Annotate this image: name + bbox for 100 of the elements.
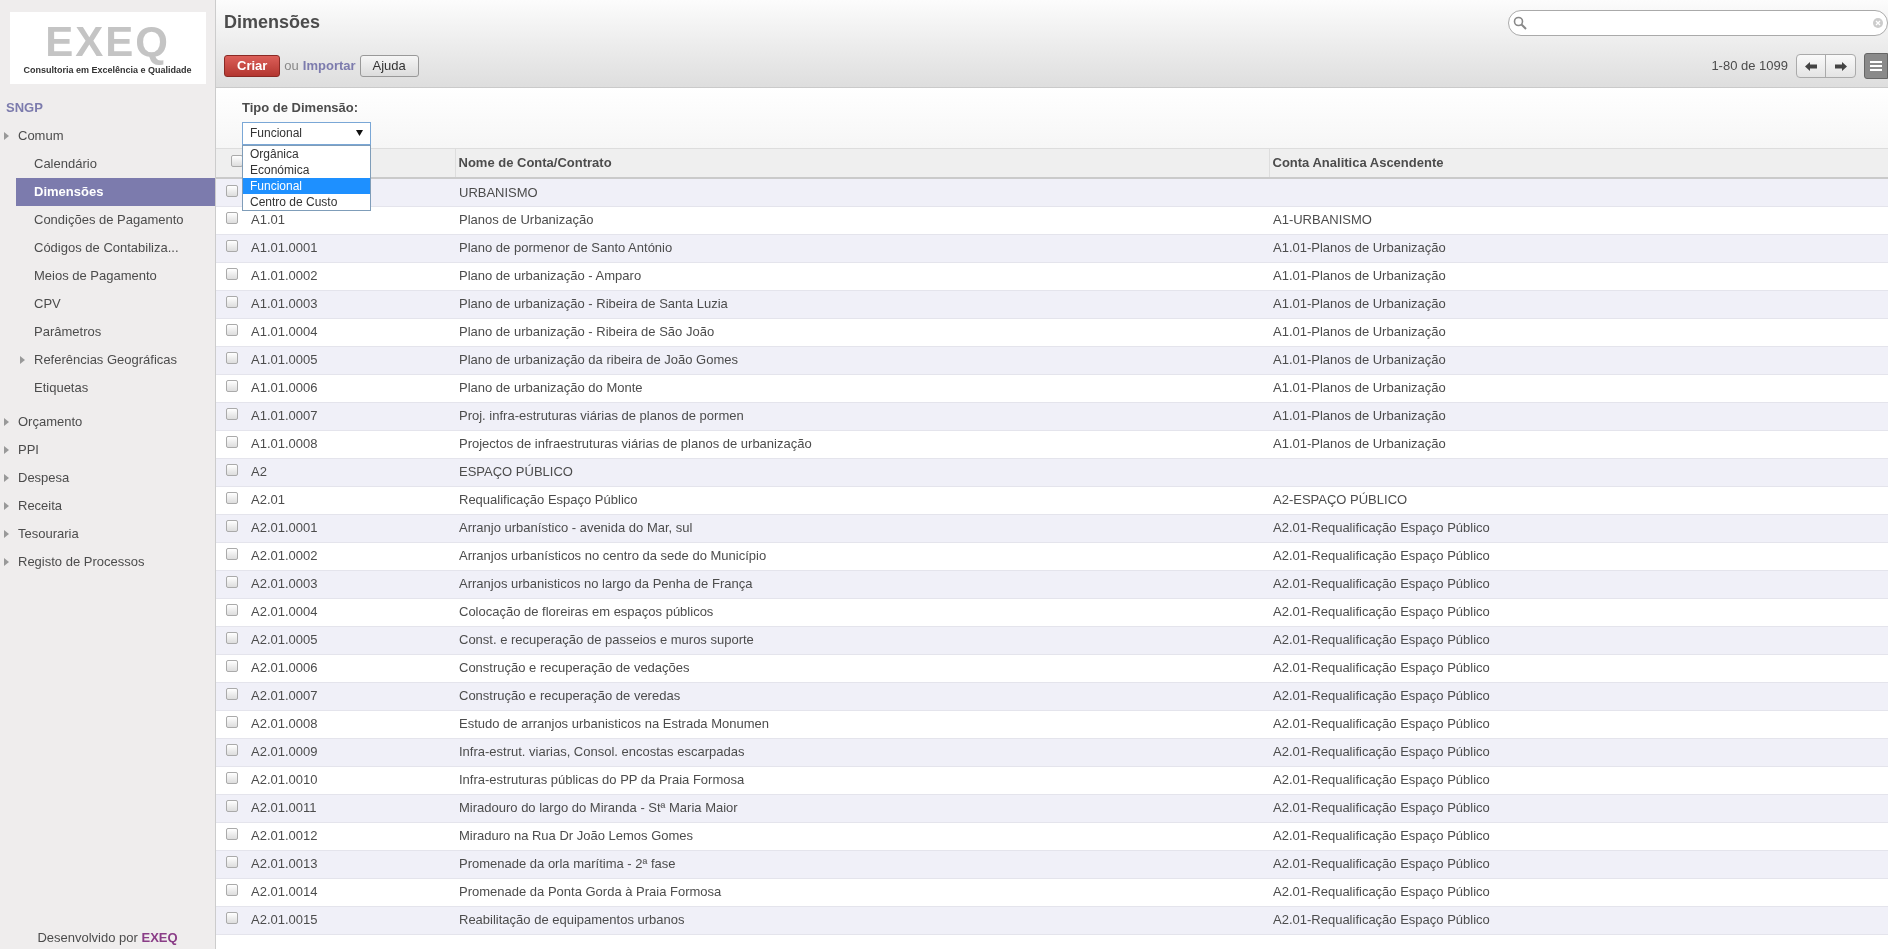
name-cell: Reabilitação de equipamentos urbanos (459, 912, 685, 928)
row-checkbox[interactable] (226, 352, 238, 365)
sidebar-item[interactable]: Registo de Processos (0, 547, 215, 576)
menu-icon (1870, 61, 1882, 71)
sidebar-item[interactable]: Dimensões (16, 177, 215, 206)
row-checkbox[interactable] (226, 884, 238, 897)
sidebar-item[interactable]: Códigos de Contabiliza... (16, 233, 215, 262)
row-checkbox[interactable] (226, 856, 238, 869)
row-checkbox[interactable] (226, 492, 238, 505)
sidebar-item[interactable]: Calendário (16, 149, 215, 178)
row-checkbox[interactable] (226, 912, 238, 925)
row-checkbox[interactable] (226, 688, 238, 701)
sidebar-item[interactable]: Etiquetas (16, 373, 215, 402)
sidebar-item[interactable]: Tesouraria (0, 519, 215, 548)
sidebar-item[interactable]: Referências Geográficas (16, 345, 215, 374)
row-checkbox[interactable] (226, 520, 238, 533)
row-checkbox[interactable] (226, 184, 238, 197)
dropdown-option[interactable]: Económica (243, 161, 370, 178)
brand-link[interactable]: EXEQ (141, 929, 178, 945)
sidebar-item[interactable]: Receita (0, 491, 215, 520)
row-checkbox[interactable] (226, 828, 238, 841)
column-header[interactable]: Conta Analitica Ascendente (1269, 149, 1888, 178)
row-checkbox[interactable] (226, 296, 238, 309)
row-checkbox[interactable] (226, 408, 238, 421)
create-button[interactable]: Criar (224, 55, 281, 77)
sidebar-item[interactable]: CPV (16, 289, 215, 318)
code-cell: A1.01.0004 (251, 324, 318, 340)
pager-text: 1-80 de 1099 (1711, 57, 1788, 76)
name-cell: Estudo de arranjos urbanisticos na Estrada Monumen (459, 716, 769, 732)
name-cell: Const. e recuperação de passeios e muros suporte (459, 632, 754, 648)
name-cell: Miradouro do largo do Miranda - Stª Maria Maior (459, 800, 738, 816)
sidebar-item[interactable]: Orçamento (0, 407, 215, 436)
expand-arrow-icon[interactable] (4, 417, 9, 426)
row-checkbox[interactable] (226, 268, 238, 281)
parent-account-cell: A2.01-Requalificação Espaço Público (1273, 604, 1490, 620)
sidebar-item[interactable]: Condições de Pagamento (16, 205, 215, 234)
parent-account-cell: A1.01-Planos de Urbanização (1273, 380, 1446, 396)
row-checkbox[interactable] (226, 548, 238, 561)
column-header[interactable]: Nome de Conta/Contrato (455, 149, 1269, 178)
dropdown-option[interactable]: Centro de Custo (243, 193, 370, 210)
row-checkbox[interactable] (226, 380, 238, 393)
parent-account-cell: A1.01-Planos de Urbanização (1273, 296, 1446, 312)
row-checkbox[interactable] (226, 324, 238, 337)
name-cell: Promenade da orla marítima - 2ª fase (459, 856, 676, 872)
help-button[interactable]: Ajuda (359, 55, 419, 77)
code-cell: A1.01.0003 (251, 296, 318, 312)
search-icon (1513, 15, 1527, 30)
name-cell: Promenade da Ponta Gorda à Praia Formosa (459, 884, 722, 900)
clear-icon[interactable] (1873, 17, 1883, 28)
row-checkbox[interactable] (226, 212, 238, 225)
row-checkbox[interactable] (226, 240, 238, 253)
app-title: SNGP (6, 99, 44, 117)
expand-arrow-icon[interactable] (20, 355, 25, 364)
sidebar-item[interactable]: Despesa (0, 463, 215, 492)
sidebar-item[interactable]: Parâmetros (16, 317, 215, 346)
parent-account-cell: A2.01-Requalificação Espaço Público (1273, 884, 1490, 900)
code-cell: A2 (251, 464, 267, 480)
expand-arrow-icon[interactable] (4, 473, 9, 482)
row-checkbox[interactable] (226, 716, 238, 729)
filter-label: Tipo de Dimensão: (242, 99, 360, 117)
parent-account-cell: A1.01-Planos de Urbanização (1273, 352, 1446, 368)
dropdown-option[interactable]: Orgânica (243, 145, 370, 162)
name-cell: Construção e recuperação de veredas (459, 688, 681, 704)
or-text: ou (284, 57, 299, 76)
row-checkbox[interactable] (226, 464, 238, 477)
parent-account-cell: A2.01-Requalificação Espaço Público (1273, 548, 1490, 564)
parent-account-cell: A2.01-Requalificação Espaço Público (1273, 632, 1490, 648)
row-checkbox[interactable] (226, 436, 238, 449)
search-field[interactable] (1508, 9, 1888, 36)
row-checkbox[interactable] (226, 604, 238, 617)
name-cell: Construção e recuperação de vedações (459, 660, 690, 676)
sidebar-item[interactable]: Comum (0, 121, 215, 150)
name-cell: Infra-estrut. viarias, Consol. encostas escarpadas (459, 744, 745, 760)
name-cell: Proj. infra-estruturas viárias de planos de pormen (459, 408, 744, 424)
name-cell: Plano de urbanização da ribeira de João Gomes (459, 352, 738, 368)
select-all-checkbox[interactable] (231, 155, 243, 168)
code-cell: A2.01.0010 (251, 772, 318, 788)
parent-account-cell: A2.01-Requalificação Espaço Público (1273, 716, 1490, 732)
sidebar-item[interactable]: PPI (0, 435, 215, 464)
row-checkbox[interactable] (226, 660, 238, 673)
expand-arrow-icon[interactable] (4, 445, 9, 454)
row-checkbox[interactable] (226, 576, 238, 589)
expand-arrow-icon[interactable] (4, 131, 9, 140)
parent-account-cell: A1.01-Planos de Urbanização (1273, 436, 1446, 452)
sidebar-item[interactable]: Meios de Pagamento (16, 261, 215, 290)
expand-arrow-icon[interactable] (4, 557, 9, 566)
dimension-type-select[interactable]: Funcional (242, 121, 371, 145)
expand-arrow-icon[interactable] (4, 529, 9, 538)
row-checkbox[interactable] (226, 772, 238, 785)
list-view-button[interactable] (1864, 53, 1888, 79)
parent-account-cell: A2.01-Requalificação Espaço Público (1273, 688, 1490, 704)
parent-account-cell: A1.01-Planos de Urbanização (1273, 324, 1446, 340)
row-checkbox[interactable] (226, 800, 238, 813)
code-cell: A1.01.0007 (251, 408, 318, 424)
code-cell: A1.01.0001 (251, 240, 318, 256)
name-cell: Plano de urbanização - Ribeira de Santa Luzia (459, 296, 728, 312)
parent-account-cell: A2-ESPAÇO PÚBLICO (1273, 492, 1408, 508)
row-checkbox[interactable] (226, 632, 238, 645)
expand-arrow-icon[interactable] (4, 501, 9, 510)
row-checkbox[interactable] (226, 744, 238, 757)
